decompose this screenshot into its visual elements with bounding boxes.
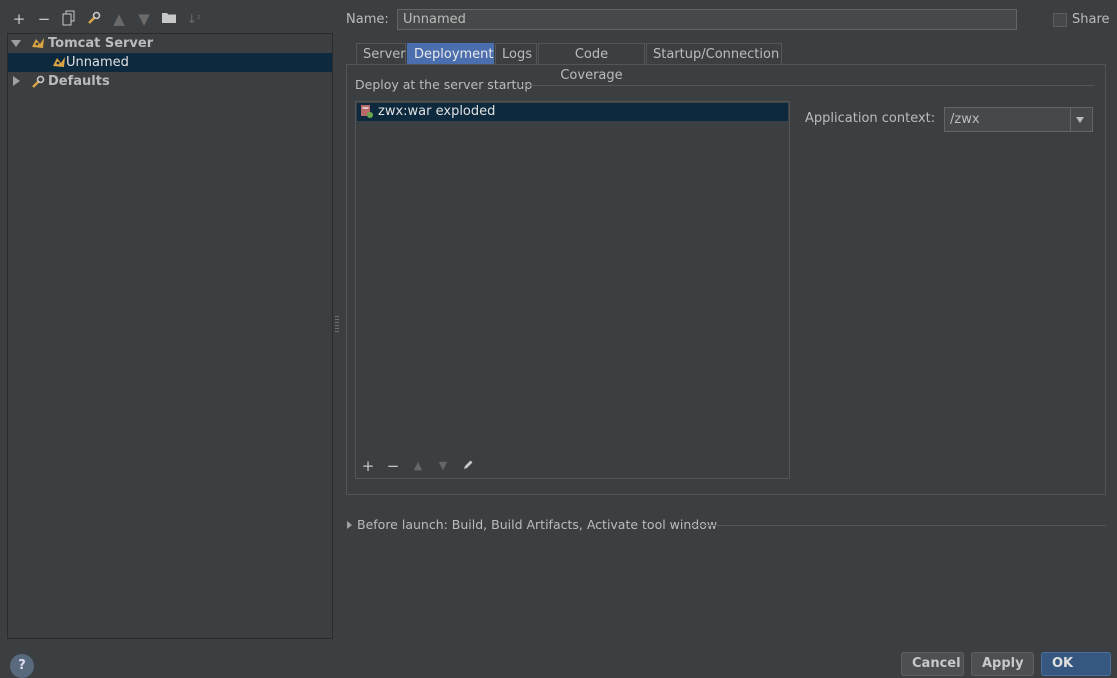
- artifact-label: zwx:war exploded: [378, 104, 496, 119]
- edit-pencil-icon[interactable]: [460, 458, 476, 474]
- move-down-icon[interactable]: ▼: [135, 10, 153, 28]
- tree-group-label: Tomcat Server: [48, 36, 154, 51]
- section-title: Deploy at the server startup: [355, 77, 533, 92]
- tree-item-label: Unnamed: [66, 55, 129, 70]
- ok-button[interactable]: OK: [1041, 652, 1111, 676]
- copy-icon[interactable]: [60, 10, 78, 28]
- chevron-down-icon[interactable]: [1076, 117, 1084, 123]
- sort-icon[interactable]: ↓ᶻ: [185, 10, 203, 28]
- before-launch-label[interactable]: Before launch: Build, Build Artifacts, A…: [357, 517, 717, 532]
- artifact-icon: [360, 104, 374, 123]
- section-divider: [522, 85, 1094, 86]
- application-context-value[interactable]: /zwx: [950, 112, 980, 127]
- tab-startup-connection[interactable]: Startup/Connection: [646, 43, 782, 64]
- name-input[interactable]: [397, 9, 1017, 30]
- name-label: Name:: [346, 12, 389, 27]
- tree-item-unnamed[interactable]: Unnamed: [8, 53, 332, 72]
- share-label[interactable]: Share: [1072, 12, 1110, 27]
- tab-deployment[interactable]: Deployment: [407, 43, 494, 64]
- configuration-tree[interactable]: Tomcat Server Unnamed Defaults: [7, 33, 333, 639]
- add-icon[interactable]: +: [360, 458, 376, 474]
- list-toolbar: + − ▲ ▼: [356, 455, 789, 479]
- tree-defaults-label: Defaults: [48, 74, 110, 89]
- remove-icon[interactable]: −: [385, 458, 401, 474]
- tree-item-defaults[interactable]: Defaults: [8, 72, 332, 91]
- apply-button[interactable]: Apply: [971, 652, 1034, 676]
- folder-icon[interactable]: [160, 10, 178, 28]
- wrench-icon: [30, 74, 46, 96]
- tree-item-tomcat-server[interactable]: Tomcat Server: [8, 34, 332, 53]
- list-item[interactable]: zwx:war exploded: [357, 103, 788, 121]
- cancel-button[interactable]: Cancel: [901, 652, 964, 676]
- add-icon[interactable]: +: [10, 10, 28, 28]
- deployment-list[interactable]: zwx:war exploded + − ▲ ▼: [355, 101, 790, 479]
- help-button[interactable]: ?: [10, 654, 34, 678]
- share-checkbox[interactable]: [1053, 13, 1067, 27]
- wrench-icon[interactable]: [85, 10, 103, 28]
- tab-logs[interactable]: Logs: [495, 43, 537, 64]
- splitter-handle[interactable]: [335, 316, 339, 332]
- move-down-icon[interactable]: ▼: [435, 458, 451, 474]
- tab-code-coverage[interactable]: Code Coverage: [538, 43, 645, 83]
- combo-divider: [1070, 108, 1071, 131]
- expand-arrow-icon[interactable]: [11, 40, 21, 47]
- application-context-label: Application context:: [805, 111, 936, 126]
- before-launch-divider: [690, 525, 1106, 526]
- expand-arrow-icon[interactable]: [347, 521, 352, 529]
- move-up-icon[interactable]: ▲: [110, 10, 128, 28]
- move-up-icon[interactable]: ▲: [410, 458, 426, 474]
- collapse-arrow-icon[interactable]: [13, 76, 20, 86]
- application-context-combobox[interactable]: /zwx: [944, 107, 1093, 132]
- remove-icon[interactable]: −: [35, 10, 53, 28]
- tab-server[interactable]: Server: [356, 43, 406, 64]
